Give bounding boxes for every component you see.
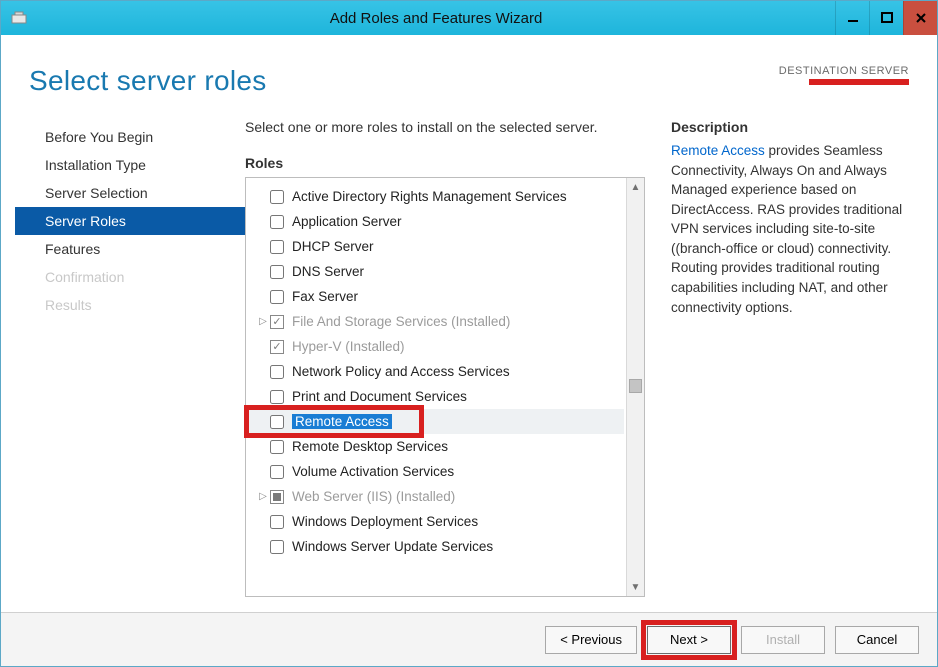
role-row[interactable]: Active Directory Rights Management Servi…	[248, 184, 624, 209]
role-row[interactable]: Windows Deployment Services	[248, 509, 624, 534]
role-row[interactable]: Remote Desktop Services	[248, 434, 624, 459]
role-label: Windows Deployment Services	[292, 514, 478, 529]
role-label: File And Storage Services (Installed)	[292, 314, 510, 329]
expand-icon[interactable]: ▷	[256, 491, 270, 502]
role-row[interactable]: Network Policy and Access Services	[248, 359, 624, 384]
role-label: Remote Desktop Services	[292, 439, 448, 454]
description-text: Remote Access provides Seamless Connecti…	[671, 141, 913, 317]
sidebar-item-before-you-begin[interactable]: Before You Begin	[15, 123, 245, 151]
highlight-destination	[809, 79, 909, 85]
role-row[interactable]: Application Server	[248, 209, 624, 234]
sidebar-item-confirmation: Confirmation	[15, 263, 245, 291]
checkbox[interactable]	[270, 290, 284, 304]
checkbox[interactable]	[270, 415, 284, 429]
role-row[interactable]: Fax Server	[248, 284, 624, 309]
roles-listbox: Active Directory Rights Management Servi…	[245, 177, 645, 597]
maximize-button[interactable]	[869, 1, 903, 35]
expand-icon[interactable]: ▷	[256, 316, 270, 327]
minimize-button[interactable]	[835, 1, 869, 35]
scrollbar[interactable]: ▲ ▼	[626, 178, 644, 596]
checkbox-tristate[interactable]	[270, 490, 284, 504]
description-body: provides Seamless Connectivity, Always O…	[671, 143, 902, 315]
role-row[interactable]: DHCP Server	[248, 234, 624, 259]
app-icon	[7, 6, 31, 30]
role-label: Application Server	[292, 214, 402, 229]
checkbox[interactable]: ✓	[270, 340, 284, 354]
next-button[interactable]: Next >	[647, 626, 731, 654]
role-row[interactable]: ▷✓ File And Storage Services (Installed)	[248, 309, 624, 334]
previous-button[interactable]: < Previous	[545, 626, 637, 654]
sidebar-item-features[interactable]: Features	[15, 235, 245, 263]
checkbox[interactable]	[270, 365, 284, 379]
role-row[interactable]: Volume Activation Services	[248, 459, 624, 484]
checkbox[interactable]	[270, 215, 284, 229]
role-label: DNS Server	[292, 264, 364, 279]
checkbox[interactable]	[270, 515, 284, 529]
scroll-up-icon[interactable]: ▲	[627, 178, 644, 196]
role-label: Print and Document Services	[292, 389, 467, 404]
roles-title: Roles	[245, 155, 645, 171]
sidebar-item-results: Results	[15, 291, 245, 319]
checkbox[interactable]	[270, 240, 284, 254]
role-row[interactable]: ✓ Hyper-V (Installed)	[248, 334, 624, 359]
role-label: DHCP Server	[292, 239, 374, 254]
titlebar: Add Roles and Features Wizard	[1, 1, 937, 35]
role-row[interactable]: Windows Server Update Services	[248, 534, 624, 559]
checkbox[interactable]: ✓	[270, 315, 284, 329]
close-button[interactable]	[903, 1, 937, 35]
sidebar-item-server-selection[interactable]: Server Selection	[15, 179, 245, 207]
role-label: Fax Server	[292, 289, 358, 304]
scroll-thumb[interactable]	[629, 379, 642, 393]
wizard-footer: < Previous Next > Install Cancel	[1, 612, 937, 666]
destination-server-label: DESTINATION SERVER	[779, 65, 909, 77]
cancel-button[interactable]: Cancel	[835, 626, 919, 654]
page-title: Select server roles	[29, 65, 267, 97]
checkbox[interactable]	[270, 390, 284, 404]
role-row[interactable]: Print and Document Services	[248, 384, 624, 409]
role-row[interactable]: DNS Server	[248, 259, 624, 284]
checkbox[interactable]	[270, 265, 284, 279]
description-title: Description	[671, 119, 913, 135]
role-label: Remote Access	[295, 414, 389, 429]
checkbox[interactable]	[270, 190, 284, 204]
role-label: Web Server (IIS) (Installed)	[292, 489, 455, 504]
role-label: Windows Server Update Services	[292, 539, 493, 554]
role-row[interactable]: ▷ Web Server (IIS) (Installed)	[248, 484, 624, 509]
role-label: Volume Activation Services	[292, 464, 454, 479]
window-title: Add Roles and Features Wizard	[37, 10, 835, 27]
instruction-text: Select one or more roles to install on t…	[245, 119, 645, 135]
checkbox[interactable]	[270, 465, 284, 479]
sidebar-item-server-roles[interactable]: Server Roles	[15, 207, 245, 235]
sidebar-item-installation-type[interactable]: Installation Type	[15, 151, 245, 179]
install-button[interactable]: Install	[741, 626, 825, 654]
role-row[interactable]: Remote Access	[248, 409, 624, 434]
role-label: Active Directory Rights Management Servi…	[292, 189, 567, 204]
wizard-sidebar: Before You BeginInstallation TypeServer …	[15, 119, 245, 612]
role-label: Hyper-V (Installed)	[292, 339, 405, 354]
checkbox[interactable]	[270, 440, 284, 454]
description-link[interactable]: Remote Access	[671, 143, 765, 158]
role-label: Network Policy and Access Services	[292, 364, 510, 379]
scroll-down-icon[interactable]: ▼	[627, 578, 644, 596]
checkbox[interactable]	[270, 540, 284, 554]
